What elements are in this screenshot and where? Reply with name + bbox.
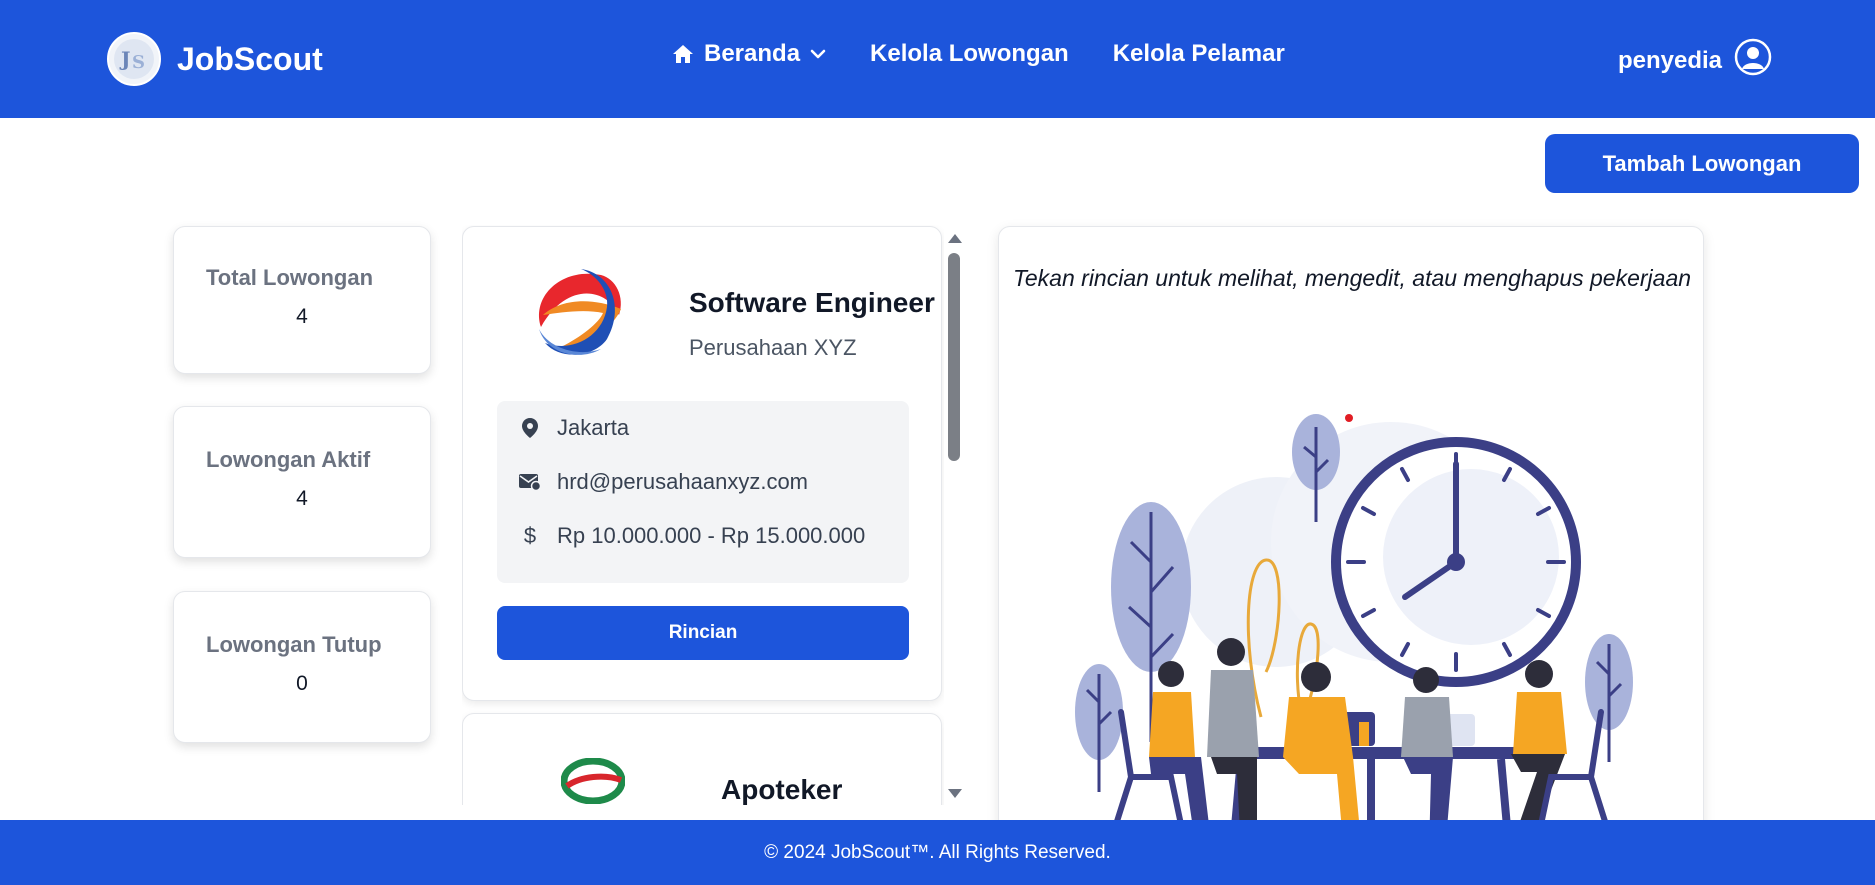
mail-settings-icon <box>519 471 541 493</box>
stat-label: Lowongan Tutup <box>206 632 382 657</box>
chevron-down-icon <box>810 48 826 60</box>
job-info-box: Jakarta hrd@perusahaanxyz.com $ Rp 10.00… <box>497 401 909 583</box>
job-card: Software Engineer Perusahaan XYZ Jakarta… <box>462 226 942 701</box>
detail-hint: Tekan rincian untuk melihat, mengedit, a… <box>1012 265 1692 291</box>
company-logo-icon <box>521 257 631 367</box>
company-name: Perusahaan XYZ <box>689 335 857 360</box>
job-list[interactable]: Software Engineer Perusahaan XYZ Jakarta… <box>462 225 944 805</box>
svg-text:J: J <box>119 47 130 71</box>
svg-text:S: S <box>132 52 145 73</box>
stat-card-total: Total Lowongan 4 <box>173 226 431 374</box>
scroll-up-arrow-icon[interactable] <box>948 234 962 243</box>
stat-label: Total Lowongan <box>206 265 374 290</box>
stat-label: Lowongan Aktif <box>206 447 371 472</box>
footer: © 2024 JobScout™. All Rights Reserved. <box>0 820 1875 885</box>
job-card: Apoteker <box>462 713 942 805</box>
user-circle-icon <box>1722 38 1772 83</box>
stat-value: 4 <box>296 305 308 328</box>
job-list-scrollbar[interactable] <box>946 228 962 804</box>
job-title: Apoteker <box>721 774 843 805</box>
job-salary: $ Rp 10.000.000 - Rp 15.000.000 <box>519 523 865 549</box>
nav-beranda[interactable]: Beranda <box>672 40 826 68</box>
brand-name: JobScout <box>177 40 323 77</box>
job-location-text: Jakarta <box>557 415 630 440</box>
job-email: hrd@perusahaanxyz.com <box>519 469 808 495</box>
job-location: Jakarta <box>519 415 629 441</box>
nav-beranda-label: Beranda <box>704 40 801 67</box>
scroll-down-arrow-icon[interactable] <box>948 789 962 798</box>
stat-card-closed: Lowongan Tutup 0 <box>173 591 431 743</box>
team-meeting-illustration <box>1061 412 1641 865</box>
stat-value: 0 <box>296 672 308 695</box>
home-icon <box>672 44 694 64</box>
scrollbar-thumb[interactable] <box>948 253 960 461</box>
job-title: Software Engineer <box>689 287 935 318</box>
main-nav: Beranda Kelola Lowongan Kelola Pelamar <box>672 40 1285 68</box>
navbar: J S JobScout Beranda Kelola Lowongan Kel… <box>0 0 1875 118</box>
user-menu[interactable]: penyedia <box>1618 38 1772 83</box>
dollar-icon: $ <box>523 523 537 548</box>
stat-card-active: Lowongan Aktif 4 <box>173 406 431 558</box>
nav-kelola-lowongan[interactable]: Kelola Lowongan <box>870 40 1069 68</box>
job-salary-text: Rp 10.000.000 - Rp 15.000.000 <box>557 523 866 548</box>
job-detail-panel: Tekan rincian untuk melihat, mengedit, a… <box>998 226 1704 866</box>
stat-value: 4 <box>296 487 308 510</box>
footer-copyright: © 2024 JobScout™. All Rights Reserved. <box>764 841 1111 863</box>
company-logo-icon <box>560 757 626 805</box>
map-pin-icon <box>519 417 541 439</box>
detail-button[interactable]: Rincian <box>497 606 909 660</box>
add-job-button[interactable]: Tambah Lowongan <box>1545 134 1859 193</box>
nav-kelola-pelamar[interactable]: Kelola Pelamar <box>1113 40 1285 68</box>
js-logo-icon: J S <box>107 32 161 86</box>
job-email-text: hrd@perusahaanxyz.com <box>557 469 809 494</box>
brand-link[interactable]: J S JobScout <box>107 32 323 86</box>
user-name: penyedia <box>1617 46 1722 74</box>
